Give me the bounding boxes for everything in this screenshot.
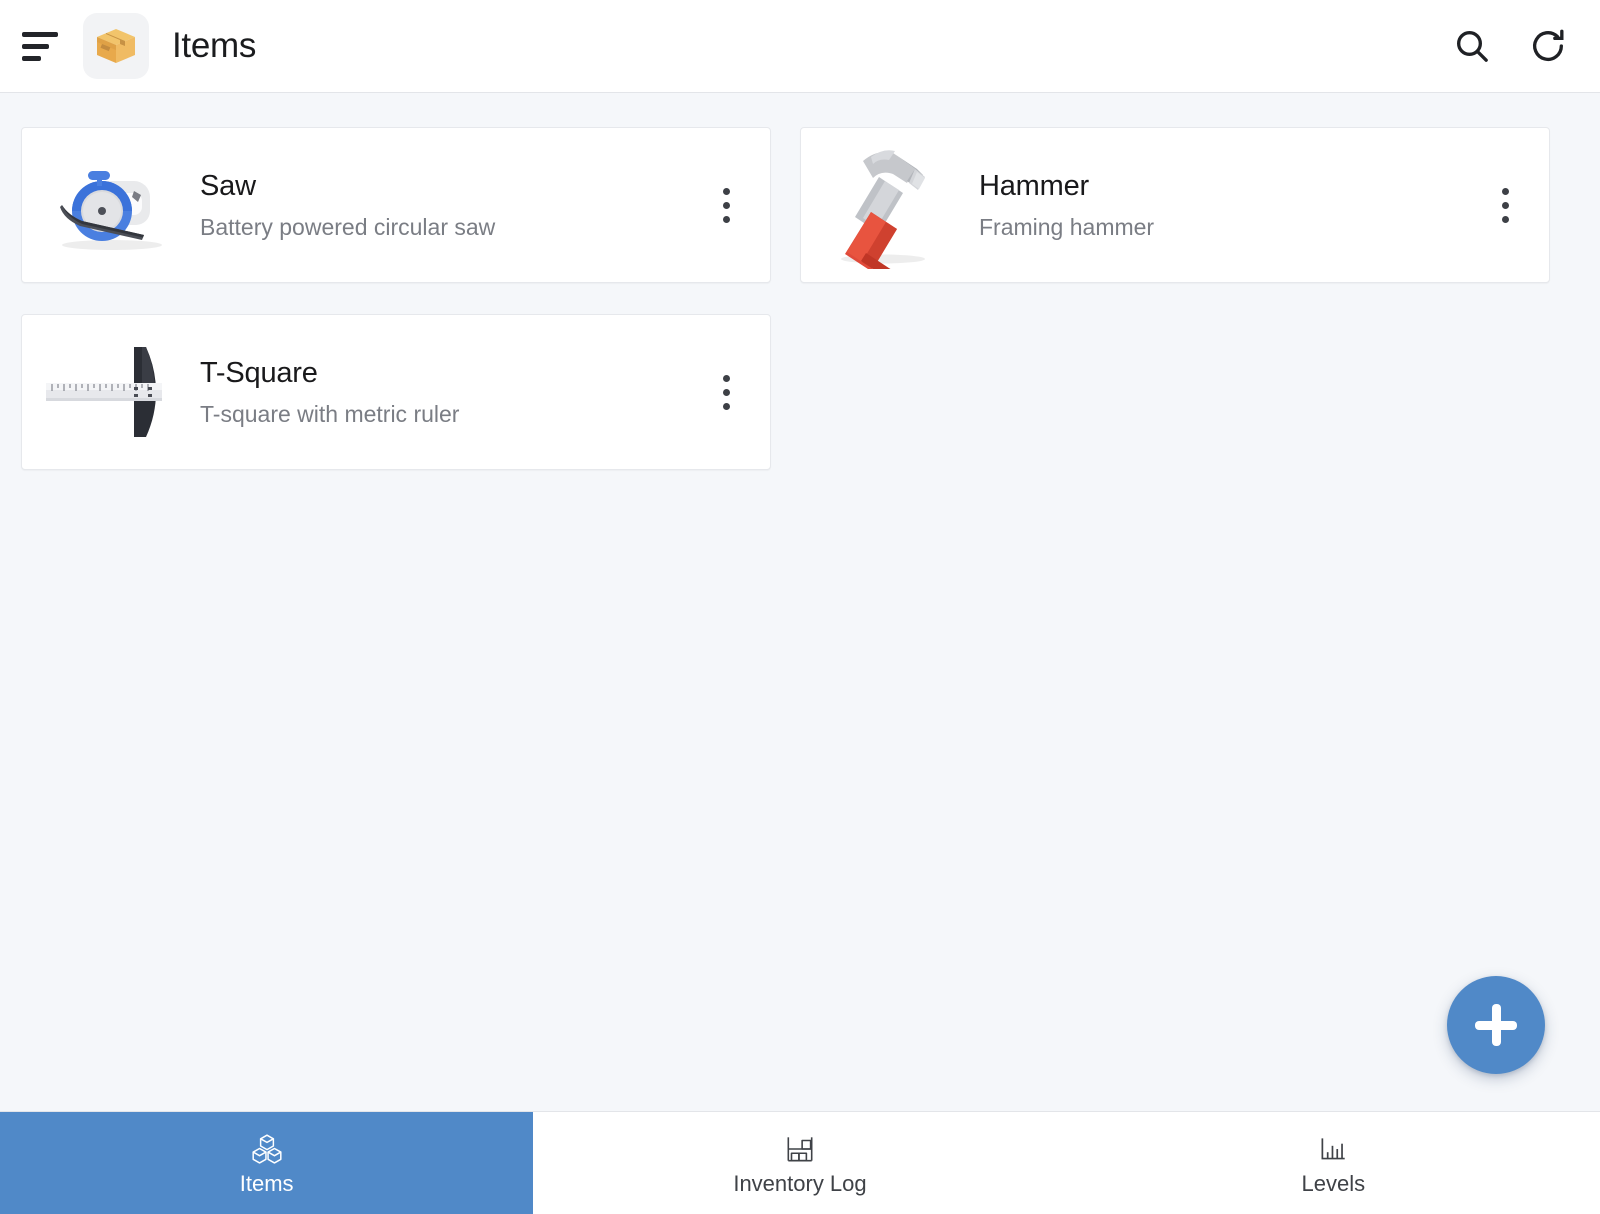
kebab-dot [722,215,730,223]
kebab-dot [722,201,730,209]
item-text: T-Square T-square with metric ruler [192,356,700,428]
kebab-dot [1501,187,1509,195]
item-name: Hammer [979,169,1089,202]
kebab-dot [722,374,730,382]
item-text: Hammer Framing hammer [971,169,1479,241]
item-text: Saw Battery powered circular saw [192,169,700,241]
kebab-dot [722,187,730,195]
plus-icon-vertical [1491,1004,1501,1046]
menu-line-3 [22,55,41,61]
menu-line-1 [22,31,58,37]
bottom-navigation: Items Inventory Log Levels [0,1111,1600,1214]
kebab-dot [722,388,730,396]
shelf-icon [783,1132,817,1166]
t-square-icon [32,327,192,457]
search-icon[interactable] [1444,18,1500,74]
app-bar: Items [0,0,1600,93]
item-card-hammer[interactable]: Hammer Framing hammer [800,127,1550,283]
more-vertical-icon[interactable] [1479,175,1531,235]
nav-tab-label: Inventory Log [733,1170,867,1196]
item-card-t-square[interactable]: T-Square T-square with metric ruler [21,314,771,470]
item-description: Battery powered circular saw [200,213,496,240]
hammer-icon [811,140,971,270]
item-card-saw[interactable]: Saw Battery powered circular saw [21,127,771,283]
hamburger-menu-icon[interactable] [18,24,62,68]
nav-tab-label: Levels [1301,1170,1366,1196]
app-root: Items Saw Battery powered circular saw H… [0,0,1600,1214]
nav-tab-inventory-log[interactable]: Inventory Log [533,1112,1066,1214]
kebab-dot [1501,201,1509,209]
package-box-icon [83,13,149,79]
items-grid: Saw Battery powered circular saw Hammer … [21,127,1579,470]
nav-tab-label: Items [239,1170,294,1196]
page-title: Items [172,26,257,65]
item-description: Framing hammer [979,213,1155,240]
item-name: Saw [200,169,256,202]
menu-line-2 [22,43,49,49]
cubes-icon [250,1132,284,1166]
nav-tab-items[interactable]: Items [0,1112,534,1214]
more-vertical-icon[interactable] [700,362,752,422]
kebab-dot [1501,215,1509,223]
refresh-icon[interactable] [1520,18,1576,74]
more-vertical-icon[interactable] [700,175,752,235]
kebab-dot [722,402,730,410]
item-name: T-Square [200,356,318,389]
item-description: T-square with metric ruler [200,400,460,427]
circular-saw-icon [32,140,192,270]
bar-chart-icon [1316,1132,1350,1166]
items-content: Saw Battery powered circular saw Hammer … [0,93,1600,1111]
add-item-fab[interactable] [1447,976,1545,1074]
nav-tab-levels[interactable]: Levels [1067,1112,1600,1214]
